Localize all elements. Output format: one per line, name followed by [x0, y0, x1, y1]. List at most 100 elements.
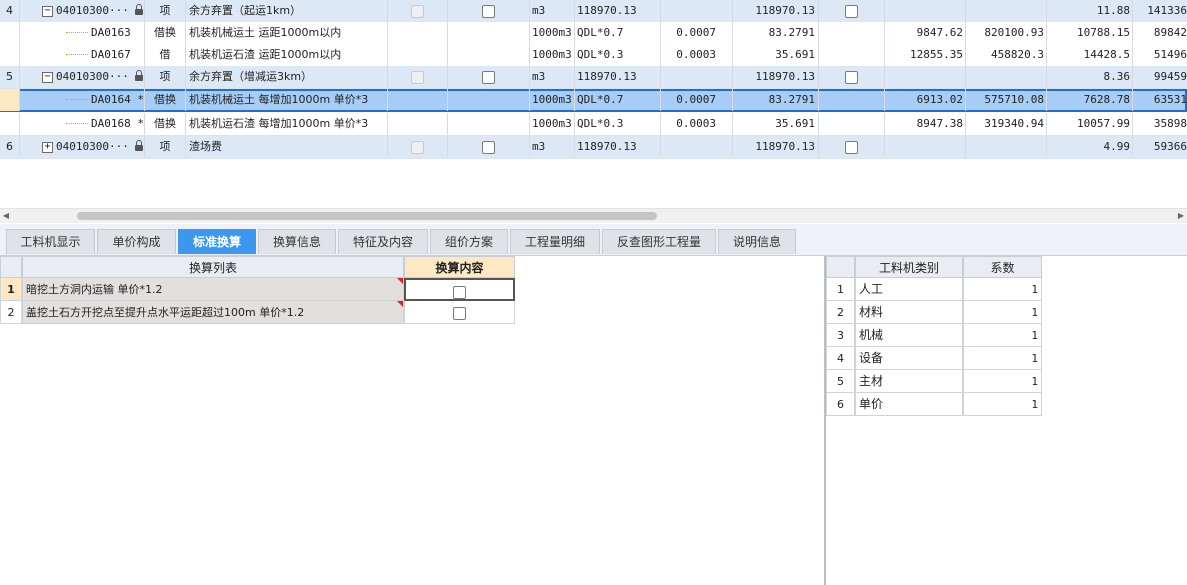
collapse-icon[interactable]: −: [42, 71, 53, 83]
comment-marker-icon: [397, 301, 403, 307]
factor-value[interactable]: 1: [963, 278, 1042, 301]
lock-icon: [134, 140, 143, 151]
unit: 1000m3: [530, 22, 575, 44]
coefficient: 0.0007: [661, 89, 733, 111]
table-row[interactable]: 1 人工 1: [826, 278, 1042, 301]
quantity-expression[interactable]: QDL*0.3: [575, 44, 661, 66]
table-row[interactable]: 4 设备 1: [826, 347, 1042, 370]
value-n: 35898: [1153, 117, 1187, 130]
quantity: 118970.13: [733, 0, 819, 22]
quantity-expression[interactable]: 118970.13: [575, 0, 661, 22]
category: 材料: [855, 301, 963, 324]
row-number: [0, 113, 20, 135]
tab-unit-price-composition[interactable]: 单价构成: [97, 229, 176, 254]
category: 人工: [855, 278, 963, 301]
tree-line: [66, 99, 88, 101]
tab-quantity-detail[interactable]: 工程量明细: [510, 229, 600, 254]
quantity-expression[interactable]: 118970.13: [575, 66, 661, 88]
table-row-selected[interactable]: DA0164 *3 ··· 借换 机装机械运土 每增加1000m 单价*3 10…: [0, 89, 1187, 112]
table-row[interactable]: 5 主材 1: [826, 370, 1042, 393]
value-n: 89842: [1153, 26, 1187, 39]
list-item[interactable]: 1 暗挖土方洞内运输 单价*1.2: [0, 278, 515, 301]
factor-value[interactable]: 1: [963, 324, 1042, 347]
tab-conversion-info[interactable]: 换算信息: [258, 229, 336, 254]
unit: m3: [530, 136, 575, 158]
header-conversion-content: 换算内容: [404, 256, 515, 278]
item-name: 机装机运石渣 运距1000m以内: [186, 44, 388, 66]
table-row[interactable]: DA0168 *3 借换 机装机运石渣 每增加1000m 单价*3 1000m3…: [0, 113, 1187, 136]
factor-value[interactable]: 1: [963, 370, 1042, 393]
value-k: [885, 66, 966, 88]
tab-labor-material-machine[interactable]: 工料机显示: [6, 229, 95, 254]
tab-reverse-graphic-quantity[interactable]: 反查图形工程量: [602, 229, 716, 254]
table-row[interactable]: 3 机械 1: [826, 324, 1042, 347]
value-m: 7628.78: [1047, 89, 1133, 111]
conversion-checkbox-cell[interactable]: [404, 278, 515, 301]
table-row[interactable]: 2 材料 1: [826, 301, 1042, 324]
value-n: 63531: [1153, 93, 1187, 106]
value-k: [885, 0, 966, 22]
quantity-expression[interactable]: QDL*0.7: [575, 22, 661, 44]
factor-value[interactable]: 1: [963, 301, 1042, 324]
list-item[interactable]: 2 盖挖土石方开挖点至提升点水平运距超过100m 单价*1.2: [0, 301, 515, 324]
scrollbar-thumb[interactable]: [77, 212, 657, 220]
checkbox[interactable]: [482, 4, 495, 18]
row-number: 2: [826, 301, 855, 324]
row-number: [0, 89, 20, 111]
value-n: 51496: [1153, 48, 1187, 61]
coefficient: [661, 0, 733, 22]
table-row[interactable]: DA0163 借换 机装机械运土 运距1000m以内 1000m3 QDL*0.…: [0, 22, 1187, 45]
horizontal-scrollbar[interactable]: ◀ ▶: [0, 208, 1187, 223]
tab-description[interactable]: 说明信息: [718, 229, 796, 254]
collapse-icon[interactable]: −: [42, 5, 53, 17]
category: 主材: [855, 370, 963, 393]
factor-value[interactable]: 1: [963, 347, 1042, 370]
table-row[interactable]: 5 −04010300··· 项 余方弃置（增减运3km） m3 118970.…: [0, 66, 1187, 89]
coefficient: 0.0003: [661, 113, 733, 135]
item-type: 借换: [145, 22, 186, 44]
unit: 1000m3: [530, 89, 575, 111]
checkbox[interactable]: [482, 140, 495, 154]
table-row[interactable]: 6 单价 1: [826, 393, 1042, 416]
conversion-item-text: 盖挖土石方开挖点至提升点水平运距超过100m 单价*1.2: [26, 306, 305, 319]
value-l: [966, 136, 1047, 158]
item-type: 项: [145, 0, 186, 22]
value-k: [885, 136, 966, 158]
quantity-expression[interactable]: QDL*0.3: [575, 113, 661, 135]
checkbox-disabled: [411, 4, 424, 18]
tab-pricing-scheme[interactable]: 组价方案: [430, 229, 508, 254]
table-row[interactable]: DA0167 借 机装机运石渣 运距1000m以内 1000m3 QDL*0.3…: [0, 44, 1187, 67]
item-code: DA0167: [91, 48, 131, 61]
value-l: 319340.94: [966, 113, 1047, 135]
checkbox[interactable]: [845, 70, 858, 84]
row-number: [0, 44, 20, 66]
table-row[interactable]: 6 +04010300··· 项 渣场费 m3 118970.13 118970…: [0, 136, 1187, 159]
checkbox[interactable]: [453, 285, 466, 299]
checkbox[interactable]: [845, 140, 858, 154]
tab-features-content[interactable]: 特征及内容: [338, 229, 428, 254]
coefficient: [661, 66, 733, 88]
item-code: DA0164 *3: [91, 93, 145, 106]
factor-value[interactable]: 1: [963, 393, 1042, 416]
table-row[interactable]: 4 −04010300··· 项 余方弃置（起运1km） m3 118970.1…: [0, 0, 1187, 23]
quantity-expression[interactable]: 118970.13: [575, 136, 661, 158]
category: 机械: [855, 324, 963, 347]
checkbox[interactable]: [845, 4, 858, 18]
expand-icon[interactable]: +: [42, 141, 53, 153]
conversion-checkbox-cell[interactable]: [404, 301, 515, 324]
category: 设备: [855, 347, 963, 370]
quantity-expression[interactable]: QDL*0.7: [575, 89, 661, 111]
scroll-left-icon[interactable]: ◀: [0, 209, 12, 223]
header-corner: [0, 256, 22, 278]
row-number: 6: [826, 393, 855, 416]
item-code: DA0163: [91, 26, 131, 39]
value-l: 458820.3: [966, 44, 1047, 66]
checkbox[interactable]: [453, 306, 466, 320]
tree-line: [66, 32, 88, 34]
item-name: 余方弃置（起运1km）: [186, 0, 388, 22]
header-corner: [826, 256, 855, 278]
scroll-right-icon[interactable]: ▶: [1175, 209, 1187, 223]
row-number: 2: [0, 301, 22, 324]
tab-standard-conversion[interactable]: 标准换算: [178, 229, 256, 254]
checkbox[interactable]: [482, 70, 495, 84]
